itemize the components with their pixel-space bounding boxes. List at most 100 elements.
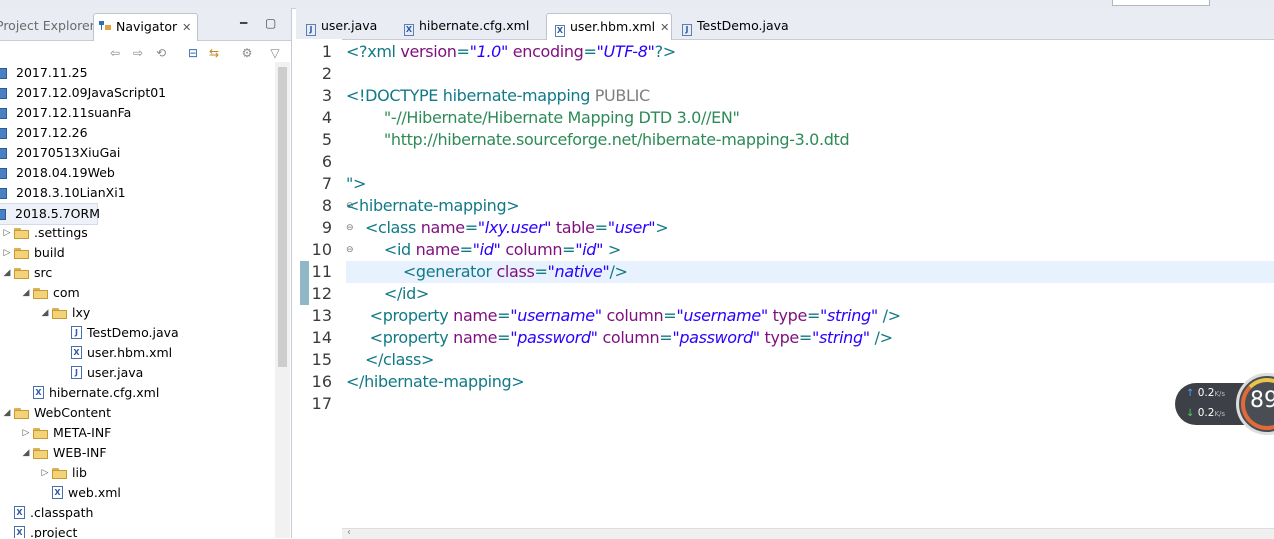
code-token: = <box>806 306 820 325</box>
tree-item[interactable]: ◢ src <box>0 263 270 283</box>
code-line[interactable]: "http://hibernate.sourceforge.net/hibern… <box>346 129 850 151</box>
folder-icon <box>33 288 49 299</box>
folder-icon <box>33 448 49 459</box>
expanded-arrow-icon[interactable]: ◢ <box>2 263 12 283</box>
code-line[interactable]: <hibernate-mapping> <box>346 195 520 217</box>
tree-item-label: com <box>53 285 80 300</box>
code-token: table <box>555 218 595 237</box>
line-number-gutter: 1 2 3 4 5 6 7 8 ⊖ 9 ⊖ 10 ⊖ 11 12 13 14 15 16 17 <box>312 39 354 528</box>
code-token: "1.0" <box>469 42 509 61</box>
tree-item[interactable]: 2017.12.09JavaScript01 <box>0 83 270 103</box>
tree-item-label: user.hbm.xml <box>87 345 173 360</box>
editor-tab[interactable]: J TestDemo.java <box>674 13 789 39</box>
minimize-icon[interactable]: ━ <box>240 16 247 30</box>
tree-item[interactable]: Xhibernate.cfg.xml <box>0 383 270 403</box>
code-line[interactable]: <id name="id" column="id" > <box>346 239 621 261</box>
tree-item[interactable]: Juser.java <box>0 363 270 383</box>
editor-tab[interactable]: Juser.java <box>298 13 394 39</box>
collapsed-arrow-icon[interactable]: ▷ <box>40 463 50 483</box>
close-icon[interactable]: ✕ <box>182 21 191 34</box>
quick-access-box[interactable] <box>1112 0 1210 6</box>
up-folder-icon[interactable]: ⟲ <box>154 46 168 60</box>
scroll-left-icon[interactable]: ‹ <box>347 527 351 538</box>
line-number: 9 <box>321 218 332 237</box>
tree-item[interactable]: 2018.3.10LianXi1 <box>0 183 270 203</box>
tree-item-label: 2017.12.26 <box>16 125 88 140</box>
line-number: 1 <box>321 42 332 61</box>
code-line[interactable]: </hibernate-mapping> <box>346 371 525 393</box>
expanded-arrow-icon[interactable]: ◢ <box>2 403 12 423</box>
java-file-icon: J <box>71 326 82 339</box>
tree-item[interactable]: 2017.11.25 <box>0 63 270 83</box>
expanded-arrow-icon[interactable]: ◢ <box>40 303 50 323</box>
tree-item[interactable]: 2018.5.7ORM <box>0 203 100 225</box>
code-token: </class> <box>346 350 435 369</box>
tree-item[interactable]: Xuser.hbm.xml <box>0 343 270 363</box>
code-area[interactable]: <?xml version="1.0" encoding="UTF-8"?> <!… <box>346 39 1274 528</box>
tree-item[interactable]: 2018.04.19Web <box>0 163 270 183</box>
code-token: = <box>456 42 470 61</box>
code-token: name <box>453 328 498 347</box>
tree-item[interactable]: ▷ lib <box>0 463 270 483</box>
tree-scrollbar[interactable] <box>275 62 290 538</box>
filter-icon[interactable]: ⚙ <box>240 46 254 60</box>
expanded-arrow-icon[interactable]: ◢ <box>21 443 31 463</box>
tree-item[interactable]: J TestDemo.java <box>0 323 270 343</box>
folder-icon <box>14 268 30 279</box>
upload-arrow-icon: ↑ <box>1186 388 1195 399</box>
tree-item[interactable]: ▷ build <box>0 243 270 263</box>
folder-icon <box>33 428 49 439</box>
tree-item[interactable]: ◢ com <box>0 283 270 303</box>
tab-project-explorer[interactable]: Project Explorer <box>0 13 95 39</box>
editor-tab-label: user.java <box>321 18 378 33</box>
code-line[interactable]: </class> <box>346 349 434 371</box>
tree-item[interactable]: ▷ META-INF <box>0 423 270 443</box>
code-line[interactable]: <!DOCTYPE hibernate-mapping PUBLIC <box>346 85 650 107</box>
code-line[interactable]: "-//Hibernate/Hibernate Mapping DTD 3.0/… <box>346 107 740 129</box>
tree-item[interactable]: X .classpath <box>0 503 270 523</box>
code-line[interactable]: <?xml version="1.0" encoding="UTF-8"?> <box>346 41 676 63</box>
link-with-editor-icon[interactable]: ⇆ <box>207 46 221 60</box>
collapse-all-icon[interactable]: ⊟ <box>186 46 200 60</box>
tree-item[interactable]: 20170513XiuGai <box>0 143 270 163</box>
expanded-arrow-icon[interactable]: ◢ <box>21 283 31 303</box>
code-line[interactable]: <property name="password" column="passwo… <box>346 327 893 349</box>
code-line[interactable]: <class name="lxy.user" table="user"> <box>346 217 669 239</box>
code-token: "id" <box>575 240 604 259</box>
maximize-icon[interactable]: ▢ <box>265 16 276 30</box>
code-token: </hibernate-mapping> <box>346 372 525 391</box>
upload-value: 0.2 <box>1197 387 1215 399</box>
tree-item-label: .project <box>30 525 78 538</box>
code-line[interactable]: </id> <box>346 283 429 305</box>
tree-scroll-thumb[interactable] <box>278 67 287 367</box>
tree-item[interactable]: ◢ WEB-INF <box>0 443 270 463</box>
tree-item[interactable]: 2017.12.11suanFa <box>0 103 270 123</box>
tree-item[interactable]: X .project <box>0 523 270 538</box>
tree-item[interactable]: ◢ lxy <box>0 303 270 323</box>
view-menu-icon[interactable]: ▽ <box>268 46 282 60</box>
code-token: "username" <box>510 306 602 325</box>
back-icon[interactable]: ⇦ <box>108 46 122 60</box>
code-token: "username" <box>676 306 768 325</box>
code-line[interactable]: <property name="username" column="userna… <box>346 305 901 327</box>
code-token: name <box>453 306 498 325</box>
editor-tab[interactable]: Xuser.hbm.xml ✕ <box>546 13 672 40</box>
collapsed-arrow-icon[interactable]: ▷ <box>2 223 12 243</box>
tab-navigator[interactable]: Navigator ✕ <box>93 13 199 41</box>
code-token: name <box>415 240 460 259</box>
close-icon[interactable]: ✕ <box>660 21 669 34</box>
code-line[interactable]: <generator class="native"/> <box>346 261 628 283</box>
tree-item[interactable]: 2017.12.26 <box>0 123 270 143</box>
tree-item[interactable]: Xweb.xml <box>0 483 270 503</box>
tree-item-label: web.xml <box>68 485 121 500</box>
tree-item[interactable]: ◢ WebContent <box>0 403 270 423</box>
code-line[interactable]: "> <box>346 173 366 195</box>
forward-icon[interactable]: ⇨ <box>131 46 145 60</box>
line-number: 8 <box>321 196 332 215</box>
collapsed-arrow-icon[interactable]: ▷ <box>21 423 31 443</box>
editor-tab[interactable]: Xhibernate.cfg.xml <box>396 13 544 39</box>
collapsed-arrow-icon[interactable]: ▷ <box>2 243 12 263</box>
tree-item[interactable]: ▷ .settings <box>0 223 270 243</box>
line-number: 15 <box>311 350 332 369</box>
editor-hscrollbar[interactable]: ‹ <box>342 527 1274 539</box>
